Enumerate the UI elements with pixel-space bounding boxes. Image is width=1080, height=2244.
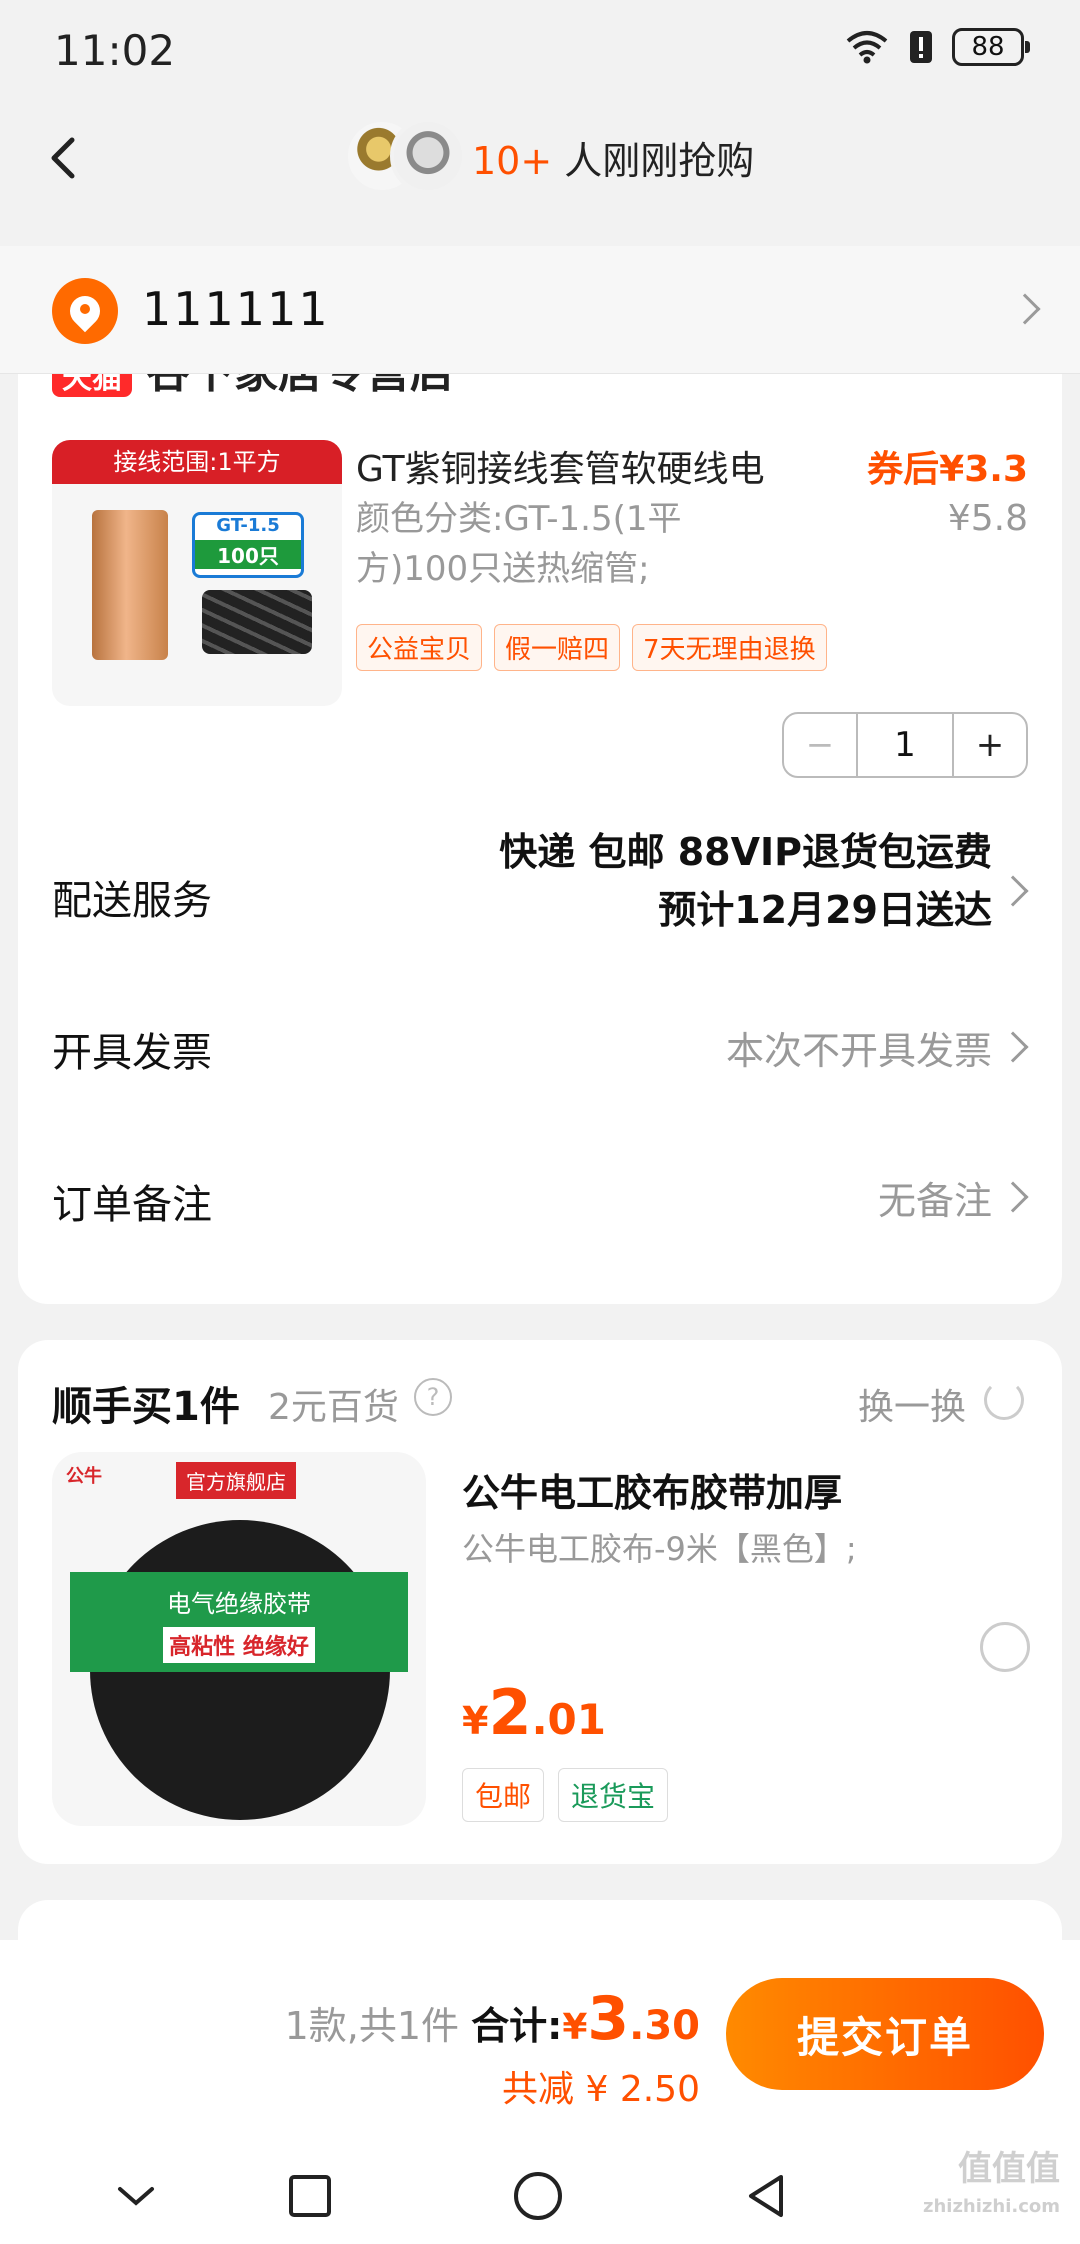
nav-recents-button[interactable] [280,2166,340,2226]
service-tags: 公益宝贝 假一赔四 7天无理由退换 [356,624,827,671]
location-pin-icon [52,278,118,344]
addon-tags: 包邮 退货宝 [462,1768,669,1822]
model-box: GT-1.5 100只 [192,512,304,578]
product-image[interactable]: 接线范围:1平方 GT-1.5 100只 [52,440,342,706]
addon-product-spec: 公牛电工胶布-9米【黑色】; [462,1530,857,1568]
delivery-eta: 预计12月29日送达 [658,888,992,932]
help-icon[interactable]: ? [414,1378,452,1416]
watermark-sub: zhizhizhi.com [922,2196,1060,2217]
note-label: 订单备注 [52,1182,212,1228]
total-currency: ¥ [562,2007,588,2048]
product-spec[interactable]: 颜色分类:GT-1.5(1平方)100只送热缩管; [356,494,756,594]
total-amount: ¥3.30 [562,1984,700,2054]
total-label: 合计: [471,2004,563,2048]
increment-button[interactable]: + [954,714,1026,776]
total-integer: 3 [587,1984,630,2054]
nav-back-button[interactable] [736,2166,796,2226]
back-arrow-icon[interactable] [36,128,96,188]
discount-total: 共减 ¥ 2.50 [502,2069,700,2110]
invoice-value: 本次不开具发票 [725,1029,992,1073]
watermark: 值值值 zhizhizhi.com [923,2150,1060,2226]
order-summary: 1款,共1件 合计:¥3.30 [285,1984,700,2054]
delivery-label: 配送服务 [52,878,212,924]
decrement-button[interactable]: − [784,714,856,776]
heat-shrink-graphic [202,590,312,654]
image-banner: 接线范围:1平方 [52,440,342,484]
triangle-back-icon [749,2175,783,2217]
wifi-icon [846,31,888,64]
chevron-right-icon [1009,293,1041,325]
system-nav-bar [0,2140,1080,2244]
coupon-price: 券后¥3.3 [867,449,1028,490]
invoice-label: 开具发票 [52,1030,212,1076]
tape-label-text: 电气绝缘胶带 [167,1590,311,1618]
delivery-method: 快递 包邮 88VIP退货包运费 [499,830,992,874]
price-decimal: .01 [531,1695,606,1744]
checkout-bar: 1款,共1件 合计:¥3.30 共减 ¥ 2.50 提交订单 [0,1940,1080,2140]
original-price: ¥5.8 [947,498,1028,539]
order-card: 天猫谷下家居专营店 接线范围:1平方 GT-1.5 100只 GT紫铜接线套管软… [18,300,1062,1304]
chevron-right-icon [997,875,1029,907]
tag-free-shipping: 包邮 [462,1768,545,1822]
battery-indicator: 88 [952,28,1030,66]
tape-highlight: 高粘性 绝缘好 [163,1627,315,1663]
model-label: GT-1.5 [216,515,280,536]
product-title[interactable]: GT紫铜接线套管软硬线电 [356,440,765,492]
tag-return-insurance: 退货宝 [558,1768,669,1822]
brand-logo: 公牛 [66,1466,102,1487]
qty-label: 100只 [195,540,301,569]
note-value: 无备注 [877,1179,992,1223]
tag-charity: 公益宝贝 [356,624,483,671]
tape-label: 电气绝缘胶带 高粘性 绝缘好 [70,1572,408,1672]
buyer-avatars [344,118,466,198]
chevron-down-icon [118,2187,154,2206]
tag-7day-return: 7天无理由退换 [632,624,827,671]
addon-card: 顺手买1件 2元百货 ? 换一换 公牛 官方旗舰店 电气绝缘胶带 高粘性 绝缘好… [18,1340,1062,1864]
item-count: 1款,共1件 [284,2004,460,2048]
addon-product-name[interactable]: 公牛电工胶布胶带加厚 [462,1462,842,1517]
tag-fake-compensation: 假一赔四 [494,624,621,671]
addon-price: ¥2.01 [462,1676,606,1749]
addon-subtitle: 2元百货 [268,1387,399,1428]
nav-collapse-button[interactable] [106,2166,166,2226]
swap-button[interactable]: 换一换 [858,1378,966,1430]
status-time: 11:02 [54,26,176,75]
address-text: 111111 [142,282,330,336]
quantity-stepper: − 1 + [782,712,1028,778]
buyer-count: 10+ [472,139,553,183]
addon-select-radio[interactable] [980,1622,1030,1672]
chevron-right-icon [997,1031,1029,1063]
avatar [390,118,466,194]
recent-buyers-text: 10+ 人刚刚抢购 [472,130,754,185]
status-bar: 11:02 88 [0,0,1080,100]
total-decimal: .30 [629,2003,700,2049]
addon-title: 顺手买1件 [52,1384,240,1430]
addon-product-image[interactable]: 公牛 官方旗舰店 电气绝缘胶带 高粘性 绝缘好 [52,1452,426,1826]
flagship-badge: 官方旗舰店 [176,1462,296,1499]
buyer-label: 人刚刚抢购 [564,139,755,183]
refresh-icon[interactable] [984,1380,1024,1420]
quantity-value[interactable]: 1 [856,714,954,776]
status-icons: 88 [844,28,1030,66]
copper-tube-graphic [92,510,168,660]
price-integer: 2 [488,1676,532,1749]
circle-icon [514,2172,562,2220]
address-row[interactable]: 111111 [0,246,1080,374]
alert-icon [910,31,932,63]
price-currency: ¥ [462,1699,489,1743]
square-icon [289,2175,331,2217]
watermark-main: 值值值 [958,2149,1060,2189]
chevron-right-icon [997,1181,1029,1213]
submit-order-button[interactable]: 提交订单 [726,1978,1044,2090]
nav-home-button[interactable] [508,2166,568,2226]
top-header: 10+ 人刚刚抢购 [0,100,1080,240]
